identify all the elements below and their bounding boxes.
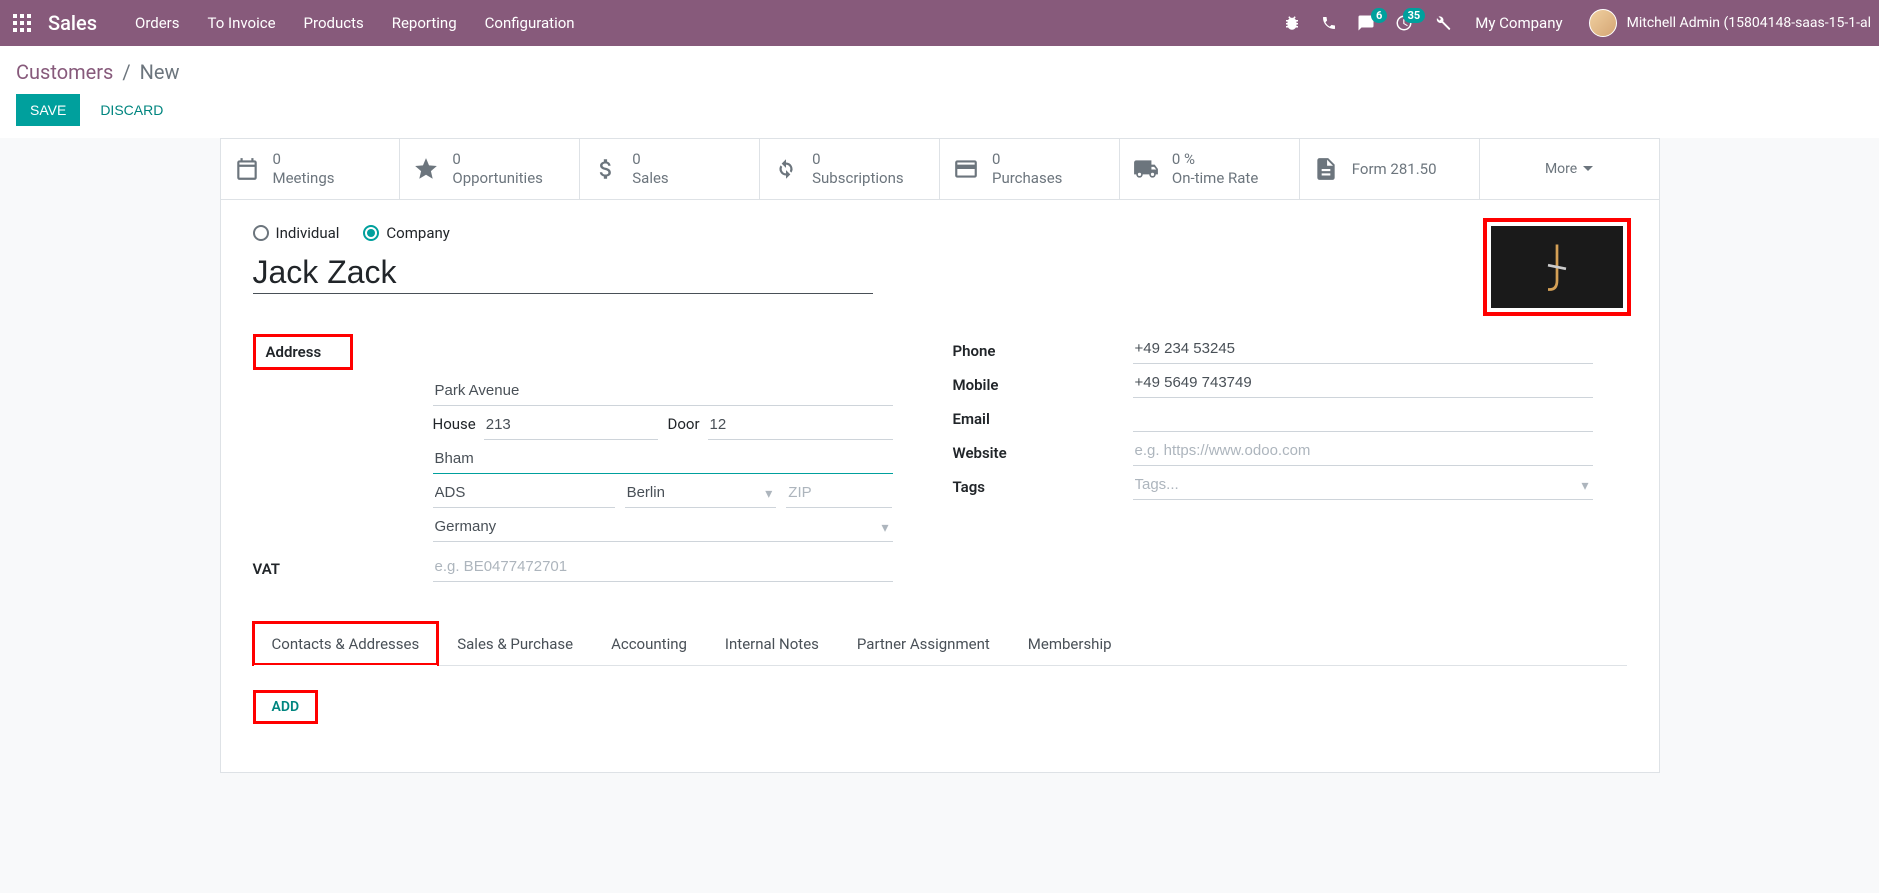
state-input[interactable] (625, 478, 777, 508)
street2-input[interactable] (433, 444, 893, 474)
user-menu[interactable]: Mitchell Admin (15804148-saas-15-1-al (1577, 9, 1871, 37)
radio-individual[interactable]: Individual (253, 224, 340, 242)
discard-button[interactable]: DISCARD (86, 94, 177, 126)
nav-products[interactable]: Products (290, 14, 378, 32)
nav-configuration[interactable]: Configuration (471, 14, 589, 32)
zip-input[interactable] (786, 478, 892, 508)
apps-menu-icon[interactable] (8, 9, 36, 37)
label-address: Address (253, 334, 353, 370)
nav-orders[interactable]: Orders (121, 14, 194, 32)
tags-input[interactable] (1133, 470, 1593, 500)
stat-buttons-row: 0Meetings 0Opportunities 0Sales 0Subscri… (221, 139, 1659, 200)
stat-purchases[interactable]: 0Purchases (940, 139, 1120, 199)
tab-sales-purchase[interactable]: Sales & Purchase (438, 622, 592, 665)
chevron-down-icon (1583, 164, 1593, 174)
add-button[interactable]: ADD (253, 690, 319, 724)
stat-subscriptions[interactable]: 0Subscriptions (760, 139, 940, 199)
nav-to-invoice[interactable]: To Invoice (194, 14, 290, 32)
form-sheet: 0Meetings 0Opportunities 0Sales 0Subscri… (220, 138, 1660, 773)
control-panel: Customers / New SAVE DISCARD (0, 46, 1879, 138)
calendar-icon (233, 155, 261, 183)
star-icon (412, 155, 440, 183)
refresh-icon (772, 155, 800, 183)
credit-card-icon (952, 155, 980, 183)
city-input[interactable] (433, 478, 615, 508)
stat-opportunities[interactable]: 0Opportunities (400, 139, 580, 199)
label-website: Website (953, 436, 1133, 462)
tab-internal-notes[interactable]: Internal Notes (706, 622, 838, 665)
mobile-input[interactable] (1133, 368, 1593, 398)
dollar-icon (592, 155, 620, 183)
stat-more[interactable]: More (1480, 139, 1659, 199)
breadcrumb-current: New (140, 60, 180, 84)
label-phone: Phone (953, 334, 1133, 360)
radio-unchecked-icon (253, 225, 269, 241)
vat-input[interactable] (433, 552, 893, 582)
radio-checked-icon (363, 225, 379, 241)
phone-input[interactable] (1133, 334, 1593, 364)
breadcrumb: Customers / New (16, 56, 1863, 94)
company-image[interactable] (1483, 218, 1631, 316)
truck-icon (1132, 155, 1160, 183)
radio-company[interactable]: Company (363, 224, 449, 242)
user-name: Mitchell Admin (15804148-saas-15-1-al (1627, 15, 1871, 31)
name-input[interactable] (253, 252, 873, 294)
country-input[interactable] (433, 512, 893, 542)
nav-reporting[interactable]: Reporting (378, 14, 471, 32)
breadcrumb-parent[interactable]: Customers (16, 60, 113, 84)
stat-form-281[interactable]: Form 281.50 (1300, 139, 1480, 199)
tabs: Contacts & Addresses Sales & Purchase Ac… (253, 622, 1627, 666)
street-input[interactable] (433, 376, 893, 406)
door-input[interactable] (708, 410, 893, 440)
company-selector[interactable]: My Company (1461, 14, 1576, 32)
label-tags: Tags (953, 470, 1133, 496)
activities-icon[interactable]: 35 (1385, 14, 1423, 32)
company-type-radio: Individual Company (253, 224, 1627, 242)
logo-icon (1491, 226, 1623, 308)
main-navbar: Sales Orders To Invoice Products Reporti… (0, 0, 1879, 46)
app-brand[interactable]: Sales (48, 11, 97, 35)
tab-contacts-addresses[interactable]: Contacts & Addresses (253, 622, 439, 665)
tools-icon[interactable] (1423, 14, 1461, 32)
label-email: Email (953, 402, 1133, 428)
stat-ontime[interactable]: 0 %On-time Rate (1120, 139, 1300, 199)
website-input[interactable] (1133, 436, 1593, 466)
tab-partner-assignment[interactable]: Partner Assignment (838, 622, 1009, 665)
tab-membership[interactable]: Membership (1009, 622, 1131, 665)
activities-badge: 35 (1403, 8, 1426, 23)
stat-sales[interactable]: 0Sales (580, 139, 760, 199)
email-input[interactable] (1133, 402, 1593, 432)
house-input[interactable] (484, 410, 658, 440)
label-vat: VAT (253, 552, 433, 578)
save-button[interactable]: SAVE (16, 94, 80, 126)
user-avatar-icon (1589, 9, 1617, 37)
label-mobile: Mobile (953, 368, 1133, 394)
stat-meetings[interactable]: 0Meetings (221, 139, 401, 199)
document-icon (1312, 155, 1340, 183)
messages-icon[interactable]: 6 (1347, 14, 1385, 32)
debug-icon[interactable] (1273, 14, 1311, 32)
tab-accounting[interactable]: Accounting (592, 622, 706, 665)
phone-icon[interactable] (1311, 15, 1347, 31)
